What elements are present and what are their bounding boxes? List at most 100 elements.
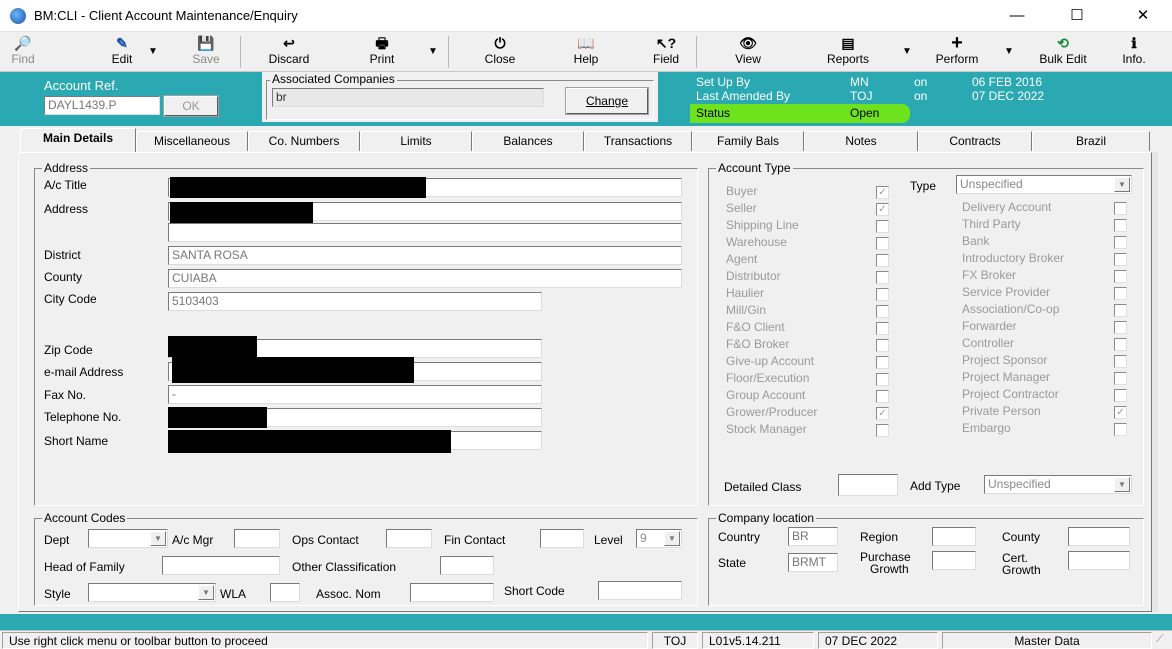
fin-contact-field[interactable] <box>540 529 584 548</box>
tab-miscellaneous[interactable]: Miscellaneous <box>136 131 248 151</box>
region-field[interactable] <box>932 527 976 546</box>
account-type-checkbox[interactable]: ✓ <box>876 203 889 216</box>
tab-notes[interactable]: Notes <box>804 131 918 151</box>
account-type-checkbox[interactable] <box>1114 389 1127 402</box>
help-button[interactable]: 📖 Help <box>560 34 612 70</box>
fax-field[interactable]: - <box>168 385 542 404</box>
city-code-field[interactable]: 5103403 <box>168 292 542 311</box>
perform-dropdown-icon[interactable]: ▼ <box>1004 46 1014 57</box>
tab-contracts[interactable]: Contracts <box>918 131 1032 151</box>
account-type-checkbox[interactable] <box>1114 304 1127 317</box>
tab-limits[interactable]: Limits <box>360 131 472 151</box>
county-field[interactable]: CUIABA <box>168 269 682 288</box>
account-type-checkbox[interactable] <box>876 305 889 318</box>
minimize-button[interactable]: — <box>994 2 1040 30</box>
account-type-label: Grower/Producer <box>726 405 818 419</box>
resize-grip-icon[interactable]: ⟋ <box>1156 633 1164 646</box>
tab-main-details[interactable]: Main Details <box>20 128 136 152</box>
level-label: Level <box>594 533 623 547</box>
close-window-button[interactable]: ✕ <box>1120 2 1166 30</box>
district-field[interactable]: SANTA ROSA <box>168 246 682 265</box>
cert-growth-field[interactable] <box>1068 551 1130 570</box>
close-button[interactable]: ⏻ Close <box>474 34 526 70</box>
change-button[interactable]: Change <box>565 87 649 115</box>
account-type-checkbox[interactable] <box>876 322 889 335</box>
view-button[interactable]: 👁 View <box>720 34 776 70</box>
account-type-checkbox[interactable] <box>876 390 889 403</box>
info-button[interactable]: ℹ Info. <box>1112 34 1156 70</box>
account-type-label: Agent <box>726 252 758 266</box>
account-type-checkbox[interactable] <box>876 220 889 233</box>
find-icon: 🔎 <box>14 35 32 51</box>
associated-companies-field[interactable]: br <box>272 88 544 107</box>
account-type-checkbox[interactable] <box>1114 287 1127 300</box>
assoc-nom-field[interactable] <box>410 583 494 602</box>
account-type-checkbox[interactable] <box>1114 202 1127 215</box>
account-type-checkbox[interactable] <box>1114 338 1127 351</box>
ac-mgr-field[interactable] <box>234 529 280 548</box>
tab-brazil[interactable]: Brazil <box>1032 131 1150 151</box>
state-field[interactable]: BRMT <box>788 553 838 572</box>
account-type-checkbox[interactable] <box>876 373 889 386</box>
ops-contact-field[interactable] <box>386 529 432 548</box>
edit-dropdown-icon[interactable]: ▼ <box>148 46 158 57</box>
reports-button[interactable]: ▤ Reports <box>820 34 876 70</box>
discard-button[interactable]: ↩ Discard <box>260 34 318 70</box>
tab-co-numbers[interactable]: Co. Numbers <box>248 131 360 151</box>
account-type-checkbox[interactable] <box>1114 355 1127 368</box>
edit-button[interactable]: ✎ Edit <box>100 34 144 70</box>
tab-balances[interactable]: Balances <box>472 131 584 151</box>
account-type-checkbox[interactable] <box>876 356 889 369</box>
purchase-growth-field[interactable] <box>932 551 976 570</box>
country-field[interactable]: BR <box>788 527 838 546</box>
account-type-label: Project Sponsor <box>962 353 1048 367</box>
account-type-checkbox[interactable] <box>1114 423 1127 436</box>
field-help-button[interactable]: ↖? Field <box>640 34 692 70</box>
address-line2-field[interactable] <box>168 223 682 242</box>
print-button[interactable]: 🖶 Print <box>356 34 408 70</box>
dept-select[interactable]: ▼ <box>88 529 168 548</box>
account-ref-field[interactable]: DAYL1439.P <box>44 96 160 115</box>
find-button[interactable]: 🔎 Find <box>2 34 44 70</box>
tab-family-bals[interactable]: Family Bals <box>692 131 804 151</box>
wla-field[interactable] <box>270 583 300 602</box>
account-type-checkbox[interactable]: ✓ <box>876 186 889 199</box>
perform-button[interactable]: + Perform <box>922 33 992 70</box>
account-type-checkbox[interactable] <box>1114 270 1127 283</box>
print-dropdown-icon[interactable]: ▼ <box>428 46 438 57</box>
account-type-label: Shipping Line <box>726 218 799 232</box>
bulk-edit-button[interactable]: ⟲ Bulk Edit <box>1028 34 1098 70</box>
other-classification-field[interactable] <box>440 556 494 575</box>
account-type-checkbox[interactable] <box>876 271 889 284</box>
account-type-checkbox[interactable] <box>876 424 889 437</box>
detailed-class-label: Detailed Class <box>724 480 802 494</box>
style-select[interactable]: ▼ <box>88 583 216 602</box>
account-type-checkbox[interactable] <box>1114 372 1127 385</box>
account-type-checkbox[interactable]: ✓ <box>876 407 889 420</box>
vertical-scrollbar[interactable] <box>1152 152 1158 612</box>
account-type-checkbox[interactable] <box>1114 321 1127 334</box>
ok-button[interactable]: OK <box>163 95 219 117</box>
loc-county-field[interactable] <box>1068 527 1130 546</box>
reports-dropdown-icon[interactable]: ▼ <box>902 46 912 57</box>
short-code-field[interactable] <box>598 581 682 600</box>
account-type-checkbox[interactable] <box>876 254 889 267</box>
bulk-edit-icon: ⟲ <box>1057 35 1069 51</box>
account-type-checkbox[interactable] <box>876 339 889 352</box>
account-type-checkbox[interactable] <box>1114 236 1127 249</box>
save-button[interactable]: 💾 Save <box>184 34 228 70</box>
account-type-checkbox[interactable] <box>876 288 889 301</box>
detailed-class-field[interactable] <box>838 474 898 496</box>
account-type-checkbox[interactable] <box>1114 219 1127 232</box>
loc-county-label: County <box>1002 530 1041 544</box>
add-type-select[interactable]: Unspecified ▼ <box>984 475 1132 494</box>
account-type-checkbox[interactable] <box>1114 253 1127 266</box>
level-select[interactable]: 9 ▼ <box>636 529 682 548</box>
maximize-button[interactable]: ☐ <box>1054 2 1100 30</box>
account-type-checkbox[interactable] <box>876 237 889 250</box>
account-type-checkbox[interactable]: ✓ <box>1114 406 1127 419</box>
tab-transactions[interactable]: Transactions <box>584 131 692 151</box>
account-type-label: Floor/Execution <box>726 371 810 385</box>
head-of-family-field[interactable] <box>162 556 280 575</box>
type-select[interactable]: Unspecified ▼ <box>956 175 1132 194</box>
